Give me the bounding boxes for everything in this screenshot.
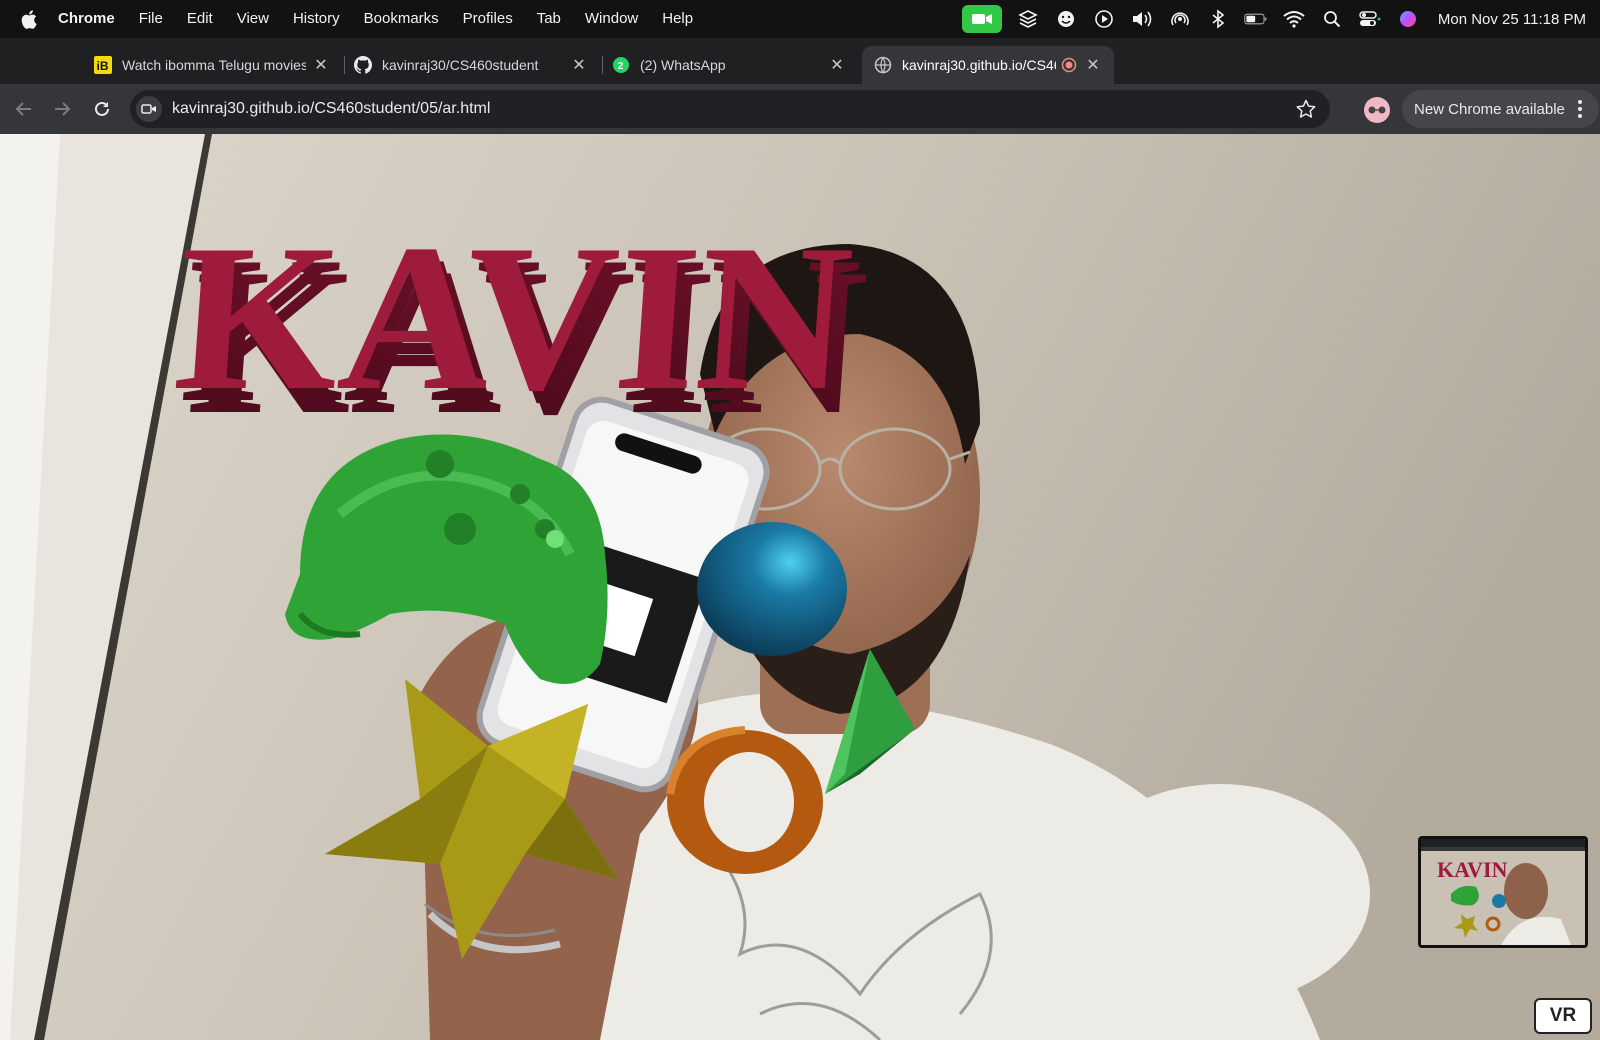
glasses-avatar-icon: [1368, 106, 1386, 114]
close-icon[interactable]: ✕: [570, 56, 588, 74]
volume-icon[interactable]: [1130, 7, 1154, 31]
menu-bookmarks[interactable]: Bookmarks: [352, 0, 451, 38]
wifi-icon[interactable]: [1282, 7, 1306, 31]
facetime-icon[interactable]: [961, 5, 1002, 33]
apple-icon: [21, 9, 37, 29]
status-area: Mon Nov 25 11:18 PM: [961, 0, 1586, 38]
ar-viewport[interactable]: KAVIN KAVIN KAVIN KAVIN VR: [0, 134, 1600, 1040]
menu-app-name[interactable]: Chrome: [58, 0, 127, 38]
whatsapp-badge: 2: [618, 61, 624, 72]
kavin-3d-text: KAVIN KAVIN KAVIN: [169, 202, 872, 458]
svg-text:iB: iB: [97, 59, 109, 73]
profile-avatar[interactable]: [1364, 97, 1390, 123]
tab-title: (2) WhatsApp: [640, 57, 726, 73]
back-arrow-icon: [15, 102, 31, 116]
tab-title: kavinraj30/CS460student: [382, 57, 539, 73]
menu-file[interactable]: File: [127, 0, 175, 38]
blue-sphere: [697, 522, 847, 656]
menu-help[interactable]: Help: [650, 0, 705, 38]
vr-button[interactable]: VR: [1534, 998, 1592, 1034]
ibomma-icon: iB: [94, 56, 112, 74]
menu-tab[interactable]: Tab: [525, 0, 573, 38]
close-icon[interactable]: ✕: [312, 56, 330, 74]
address-bar[interactable]: kavinraj30.github.io/CS460student/05/ar.…: [130, 90, 1330, 128]
tab-title: Watch ibomma Telugu movies: [122, 57, 306, 73]
battery-icon[interactable]: [1244, 7, 1268, 31]
spotlight-icon[interactable]: [1320, 7, 1344, 31]
svg-text:KAVIN: KAVIN: [1437, 857, 1508, 882]
menubar-clock[interactable]: Mon Nov 25 11:18 PM: [1438, 11, 1586, 28]
forward-arrow-icon: [55, 102, 71, 116]
menu-view[interactable]: View: [225, 0, 281, 38]
globe-icon: [874, 56, 892, 74]
reload-icon: [95, 101, 109, 116]
back-button[interactable]: [12, 97, 36, 121]
siri-icon[interactable]: [1396, 7, 1420, 31]
layers-icon[interactable]: [1016, 7, 1040, 31]
tab-title: kavinraj30.github.io/CS46: [902, 57, 1056, 73]
camera-feed: KAVIN KAVIN KAVIN: [0, 134, 1600, 1040]
apple-menu[interactable]: [0, 9, 58, 29]
more-menu-icon[interactable]: [1571, 100, 1589, 118]
tab-whatsapp[interactable]: 2 (2) WhatsApp ✕: [600, 46, 858, 84]
whatsapp-icon: 2: [612, 56, 630, 74]
close-icon[interactable]: ✕: [828, 56, 846, 74]
menu-profiles[interactable]: Profiles: [451, 0, 525, 38]
bookmark-star-icon[interactable]: [1296, 99, 1316, 119]
control-center-icon[interactable]: [1358, 7, 1382, 31]
update-label: New Chrome available: [1414, 100, 1565, 118]
new-chrome-available-button[interactable]: New Chrome available: [1402, 90, 1599, 128]
tab-strip: iB Watch ibomma Telugu movies ✕ kavinraj…: [0, 38, 1600, 114]
menu-edit[interactable]: Edit: [175, 0, 225, 38]
svg-text:KAVIN: KAVIN: [169, 202, 858, 434]
play-icon[interactable]: [1092, 7, 1116, 31]
tab-github[interactable]: kavinraj30/CS460student ✕: [342, 46, 600, 84]
forward-button[interactable]: [50, 97, 74, 121]
macos-menu-bar: Chrome File Edit View History Bookmarks …: [0, 0, 1600, 38]
menu-window[interactable]: Window: [573, 0, 650, 38]
emoji-icon[interactable]: [1054, 7, 1078, 31]
airdrop-icon[interactable]: [1168, 7, 1192, 31]
bluetooth-icon[interactable]: [1206, 7, 1230, 31]
person-arm: [1070, 784, 1370, 1004]
reload-button[interactable]: [90, 97, 114, 121]
tab-ar-page[interactable]: kavinraj30.github.io/CS46 ✕: [862, 46, 1114, 84]
tab-ibomma[interactable]: iB Watch ibomma Telugu movies ✕: [82, 46, 342, 84]
url-text[interactable]: kavinraj30.github.io/CS460student/05/ar.…: [172, 100, 490, 118]
orange-torus: [666, 726, 823, 874]
close-icon[interactable]: ✕: [1084, 56, 1102, 74]
menu-history[interactable]: History: [281, 0, 352, 38]
github-icon: [354, 56, 372, 74]
preview-thumbnail-image: KAVIN: [1421, 839, 1585, 945]
recording-icon: [1060, 56, 1078, 74]
preview-thumbnail[interactable]: KAVIN: [1418, 836, 1588, 948]
camera-permission-icon[interactable]: [136, 96, 162, 122]
browser-toolbar: kavinraj30.github.io/CS460student/05/ar.…: [0, 84, 1600, 134]
